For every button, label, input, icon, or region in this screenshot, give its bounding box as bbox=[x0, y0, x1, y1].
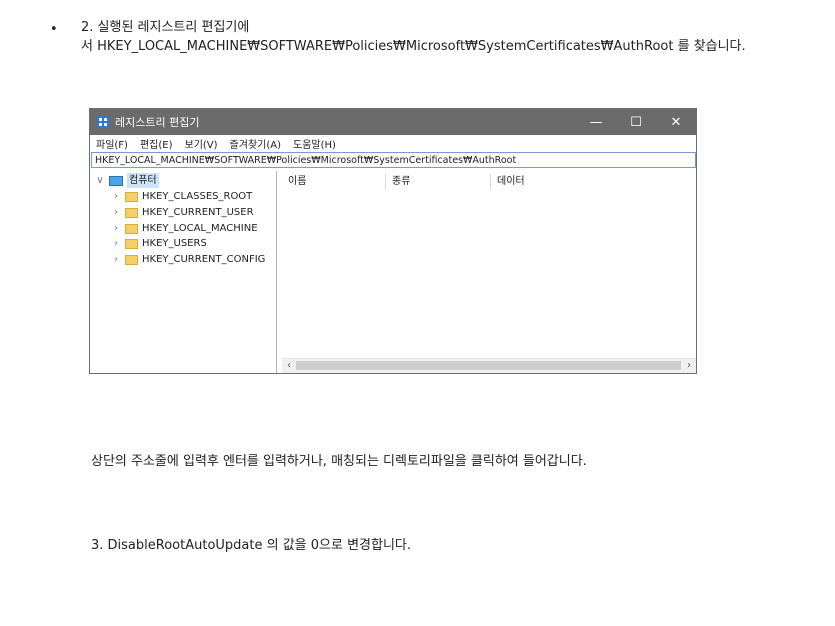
scroll-right-icon[interactable]: › bbox=[683, 359, 695, 373]
chevron-right-icon[interactable]: › bbox=[111, 236, 121, 251]
chevron-right-icon[interactable]: › bbox=[111, 221, 121, 236]
tree-item-label: HKEY_CLASSES_ROOT bbox=[142, 191, 253, 202]
menu-help[interactable]: 도움말(H) bbox=[293, 136, 336, 151]
chevron-right-icon[interactable]: › bbox=[111, 252, 121, 267]
menu-bar: 파일(F) 편집(E) 보기(V) 즐겨찾기(A) 도움말(H) bbox=[90, 135, 696, 152]
regedit-window: 레지스트리 편집기 — ☐ ✕ 파일(F) 편집(E) 보기(V) 즐겨찾기(A… bbox=[89, 108, 697, 374]
tree-item-label: HKEY_LOCAL_MACHINE bbox=[142, 223, 258, 234]
column-header-data[interactable]: 데이터 bbox=[497, 175, 525, 189]
tree-item-label: HKEY_CURRENT_CONFIG bbox=[142, 254, 266, 265]
bullet: • bbox=[50, 22, 58, 37]
tree-root-label: 컴퓨터 bbox=[127, 173, 159, 188]
step-3-text: 3. DisableRootAutoUpdate 의 값을 0으로 변경합니다. bbox=[91, 538, 412, 553]
chevron-right-icon[interactable]: › bbox=[111, 189, 121, 204]
tree-item-label: HKEY_CURRENT_USER bbox=[142, 207, 254, 218]
step-2-line-1: 2. 실행된 레지스트리 편집기에 bbox=[81, 20, 250, 35]
column-divider[interactable] bbox=[490, 174, 491, 190]
tree-pane: ∨ 컴퓨터 › HKEY_CLASSES_ROOT › HKEY_CURRENT… bbox=[91, 171, 277, 373]
tree-item-hku[interactable]: › HKEY_USERS bbox=[111, 236, 207, 251]
horizontal-scrollbar[interactable]: ‹ › bbox=[282, 358, 696, 373]
scrollbar-thumb[interactable] bbox=[296, 361, 681, 370]
address-bar[interactable]: HKEY_LOCAL_MACHINE₩SOFTWARE₩Policies₩Mic… bbox=[91, 152, 696, 168]
minimize-button[interactable]: — bbox=[576, 109, 616, 135]
title-bar[interactable]: 레지스트리 편집기 — ☐ ✕ bbox=[90, 109, 696, 135]
maximize-button[interactable]: ☐ bbox=[616, 109, 656, 135]
column-divider[interactable] bbox=[385, 174, 386, 190]
column-header-name[interactable]: 이름 bbox=[288, 175, 306, 189]
column-header-type[interactable]: 종류 bbox=[392, 175, 410, 189]
instruction-paragraph: 상단의 주소줄에 입력후 엔터를 입력하거나, 매칭되는 디렉토리파일을 클릭하… bbox=[91, 454, 587, 469]
scroll-left-icon[interactable]: ‹ bbox=[283, 359, 295, 373]
regedit-icon bbox=[97, 116, 109, 128]
folder-icon bbox=[125, 254, 138, 265]
menu-favorites[interactable]: 즐겨찾기(A) bbox=[230, 136, 281, 151]
chevron-right-icon[interactable]: › bbox=[111, 205, 121, 220]
folder-icon bbox=[125, 238, 138, 249]
step-2-text: 2. 실행된 레지스트리 편집기에 서 HKEY_LOCAL_MACHINE₩S… bbox=[81, 18, 746, 56]
folder-icon bbox=[125, 223, 138, 234]
step-2-line-2: 서 HKEY_LOCAL_MACHINE₩SOFTWARE₩Policies₩M… bbox=[81, 39, 746, 54]
window-title: 레지스트리 편집기 bbox=[115, 116, 200, 129]
values-pane: 이름 종류 데이터 ‹ › bbox=[282, 171, 696, 373]
menu-file[interactable]: 파일(F) bbox=[96, 136, 128, 151]
tree-item-hkcu[interactable]: › HKEY_CURRENT_USER bbox=[111, 205, 254, 220]
tree-item-label: HKEY_USERS bbox=[142, 238, 207, 249]
tree-item-computer[interactable]: ∨ 컴퓨터 bbox=[95, 173, 159, 188]
computer-icon bbox=[109, 175, 123, 186]
chevron-down-icon[interactable]: ∨ bbox=[95, 173, 105, 188]
menu-edit[interactable]: 편집(E) bbox=[140, 136, 173, 151]
tree-item-hkcc[interactable]: › HKEY_CURRENT_CONFIG bbox=[111, 252, 265, 267]
tree-item-hklm[interactable]: › HKEY_LOCAL_MACHINE bbox=[111, 221, 258, 236]
menu-view[interactable]: 보기(V) bbox=[185, 136, 218, 151]
folder-icon bbox=[125, 191, 138, 202]
tree-item-hkcr[interactable]: › HKEY_CLASSES_ROOT bbox=[111, 189, 252, 204]
close-button[interactable]: ✕ bbox=[656, 109, 696, 135]
folder-icon bbox=[125, 207, 138, 218]
